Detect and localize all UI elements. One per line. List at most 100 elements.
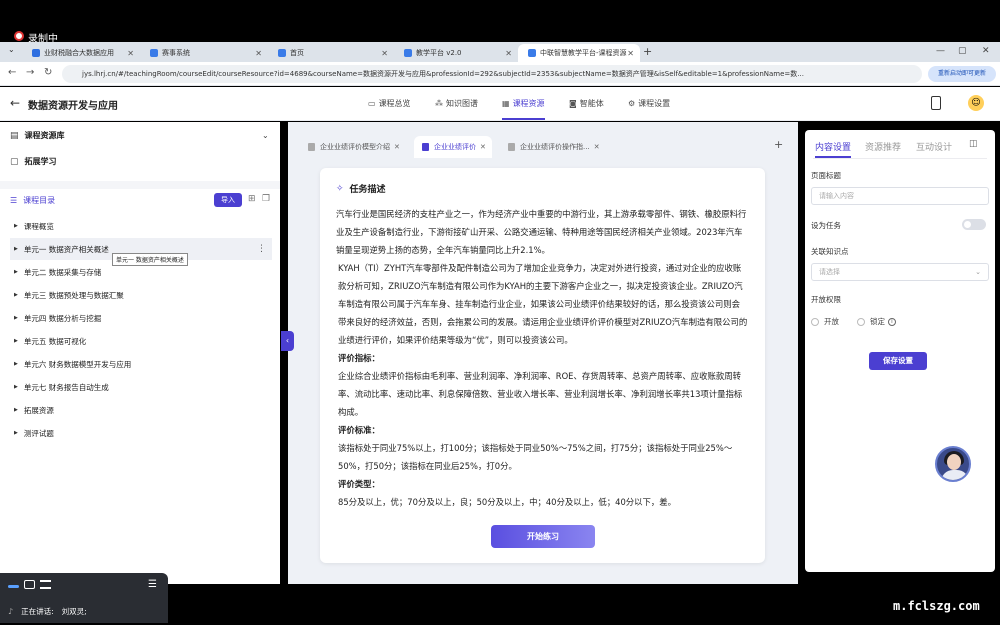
forward-arrow-icon[interactable]: → xyxy=(26,67,34,78)
toc-item-label: 单元四 数据分析与挖掘 xyxy=(23,313,102,323)
avatar-face xyxy=(947,454,961,470)
back-arrow-icon[interactable]: ← xyxy=(8,67,16,78)
reload-icon[interactable]: ↻ xyxy=(44,67,52,78)
task-header: ✧ 任务描述 xyxy=(336,182,386,196)
browser-tab-title: 业财税融合大数据应用 xyxy=(44,49,114,57)
nav-course-overview[interactable]: ▭ 课程总览 xyxy=(368,98,411,109)
radio-open[interactable]: 开放 xyxy=(811,316,839,327)
toc-item[interactable]: ▶ 单元五 数据可视化 xyxy=(10,330,272,352)
radio-circle-icon xyxy=(857,317,865,326)
toc-item[interactable]: ▶ 单元六 财务数据模型开发与应用 xyxy=(10,353,272,375)
more-vertical-icon[interactable]: ⋮ xyxy=(257,244,266,254)
agent-icon: ◙ xyxy=(569,99,577,108)
course-library-section[interactable]: ▤ 课程资源库 xyxy=(10,130,65,141)
tab-content-settings[interactable]: 内容设置 xyxy=(815,140,852,158)
minimize-bar-icon[interactable] xyxy=(8,585,19,588)
nav-label: 知识图谱 xyxy=(446,99,478,108)
menu-icon[interactable]: ☰ xyxy=(148,579,157,590)
browser-tab[interactable]: 赛事系统 ✕ xyxy=(140,44,268,62)
knowledge-select[interactable]: 请选择 ⌄ xyxy=(811,263,989,281)
caret-right-icon: ▶ xyxy=(14,407,18,413)
task-paragraph: 85分及以上，优；70分及以上，良；50分及以上，中；40分及以上，低；40分以… xyxy=(338,497,677,507)
input-placeholder: 请输入内容 xyxy=(819,192,854,200)
close-icon[interactable]: ✕ xyxy=(594,143,600,151)
close-icon[interactable]: ✕ xyxy=(255,49,262,58)
content-tab-active[interactable]: 企业业绩评价 ✕ xyxy=(414,136,492,158)
close-icon[interactable]: ✕ xyxy=(627,49,634,58)
browser-tab-title: 教学平台 v2.0 xyxy=(416,49,462,57)
content-tab[interactable]: 企业业绩评价模型介绍 ✕ xyxy=(300,136,406,158)
browser-tab[interactable]: 教学平台 v2.0 ✕ xyxy=(394,44,518,62)
copy-icon[interactable]: ❐ xyxy=(262,194,270,204)
toc-item[interactable]: ▶ 测评试题 xyxy=(10,422,272,444)
mobile-preview-icon[interactable] xyxy=(931,96,941,110)
task-subheading: 评价标准： xyxy=(338,425,380,435)
close-icon[interactable]: ✕ xyxy=(394,143,400,151)
toc-item[interactable]: ▶ 拓展资源 xyxy=(10,399,272,421)
close-icon[interactable]: ✕ xyxy=(381,49,388,58)
task-subheading: 评价指标： xyxy=(338,353,380,363)
task-paragraph: KYAH（TI）ZYHT汽车零部件及配件制造公司为了增加企业竞争力，决定对外进行… xyxy=(338,263,748,345)
app-header: ← 数据资源开发与应用 ▭ 课程总览 ⁂ 知识图谱 ▦ 课程资源 ◙ 智能体 ⚙ 课程设置… xyxy=(0,87,1000,121)
task-body: 汽车行业是国民经济的支柱产业之一，作为经济产业中重要的中游行业，其上游承载零部件… xyxy=(336,205,748,511)
close-icon[interactable]: ✕ xyxy=(505,49,512,58)
add-tab-plus-icon[interactable]: + xyxy=(774,138,783,151)
toc-item[interactable]: ▶ 单元七 财务报告自动生成 xyxy=(10,376,272,398)
tab-resource-recommend[interactable]: 资源推荐 xyxy=(865,140,901,153)
page-title-input[interactable]: 请输入内容 xyxy=(811,187,989,205)
close-icon[interactable]: ✕ xyxy=(480,143,486,151)
toc-item[interactable]: ▶ 课程概览 xyxy=(10,215,272,237)
task-header-label: 任务描述 xyxy=(349,185,386,195)
document-icon xyxy=(508,143,515,151)
url-field[interactable]: jys.lhrj.cn/#/teachingRoom/courseEdit/co… xyxy=(62,65,922,83)
add-icon[interactable]: ⊞ xyxy=(248,194,256,204)
gear-icon: ⚙ xyxy=(628,99,636,108)
assistant-avatar[interactable] xyxy=(935,446,971,482)
nav-course-resource[interactable]: ▦ 课程资源 xyxy=(502,98,545,120)
start-practice-button[interactable]: 开始练习 xyxy=(491,525,595,548)
speaking-indicator: ♪ 正在讲话: 刘双灵; xyxy=(8,606,87,617)
nav-agent[interactable]: ◙ 智能体 xyxy=(569,98,604,109)
window-close-icon[interactable]: ✕ xyxy=(982,46,990,56)
import-button[interactable]: 导入 xyxy=(214,193,242,207)
screen: 录制中 ⌄ 业财税融合大数据应用 ✕ 赛事系统 ✕ 首页 ✕ 教学平台 v2.0… xyxy=(0,0,1000,625)
extend-learning-section[interactable]: ▢ 拓展学习 xyxy=(10,156,57,167)
window-icon[interactable] xyxy=(24,580,35,589)
caret-right-icon: ▶ xyxy=(14,269,18,275)
toc-item-label: 拓展资源 xyxy=(23,405,54,415)
caret-right-icon: ▶ xyxy=(14,384,18,390)
close-icon[interactable]: ✕ xyxy=(127,49,134,58)
back-arrow-icon[interactable]: ← xyxy=(10,96,20,110)
new-tab-plus-icon[interactable]: + xyxy=(643,45,652,58)
caret-right-icon: ▶ xyxy=(14,315,18,321)
browser-tab-active[interactable]: 中联智慧教学平台-课程资源 ✕ xyxy=(518,44,640,62)
radio-lock[interactable]: 锁定 i xyxy=(857,316,896,327)
collapse-sidebar-chevron-icon[interactable]: ‹ xyxy=(281,331,294,351)
layout-icon[interactable] xyxy=(40,580,51,589)
save-settings-button[interactable]: 保存设置 xyxy=(869,352,927,370)
nav-course-settings[interactable]: ⚙ 课程设置 xyxy=(628,98,670,109)
chevron-down-icon[interactable]: ⌄ xyxy=(262,131,269,140)
toc-item[interactable]: ▶ 单元三 数据预处理与数据汇聚 xyxy=(10,284,272,306)
nav-knowledge-graph[interactable]: ⁂ 知识图谱 xyxy=(435,98,478,109)
maximize-icon[interactable]: ▢ xyxy=(958,46,967,56)
browser-tab-title: 中联智慧教学平台-课程资源 xyxy=(540,49,627,57)
minimize-icon[interactable]: — xyxy=(936,46,945,56)
toc-header: ☰ 课程目录 xyxy=(10,195,55,206)
browser-tab[interactable]: 业财税融合大数据应用 ✕ xyxy=(22,44,140,62)
user-avatar[interactable]: ☺ xyxy=(968,95,984,111)
info-icon[interactable]: i xyxy=(888,317,896,326)
toc-item-label: 单元五 数据可视化 xyxy=(23,336,87,346)
update-button[interactable]: 重新启动即可更新 xyxy=(928,66,996,82)
tab-interaction-design[interactable]: 互动设计 xyxy=(916,140,952,153)
set-task-toggle[interactable] xyxy=(962,219,986,230)
toc-item-label: 课程概览 xyxy=(23,221,54,231)
toc-title: 课程目录 xyxy=(23,196,56,205)
toc-item[interactable]: ▶ 单元四 数据分析与挖掘 xyxy=(10,307,272,329)
content-tab[interactable]: 企业业绩评价操作指... ✕ xyxy=(500,136,612,158)
tab-list-chevron-icon[interactable]: ⌄ xyxy=(8,45,15,54)
graph-icon: ⁂ xyxy=(435,99,443,108)
toc-item-label: 单元六 财务数据模型开发与应用 xyxy=(23,359,132,369)
panel-toggle-icon[interactable]: ◫ xyxy=(969,139,978,149)
browser-tab[interactable]: 首页 ✕ xyxy=(268,44,394,62)
